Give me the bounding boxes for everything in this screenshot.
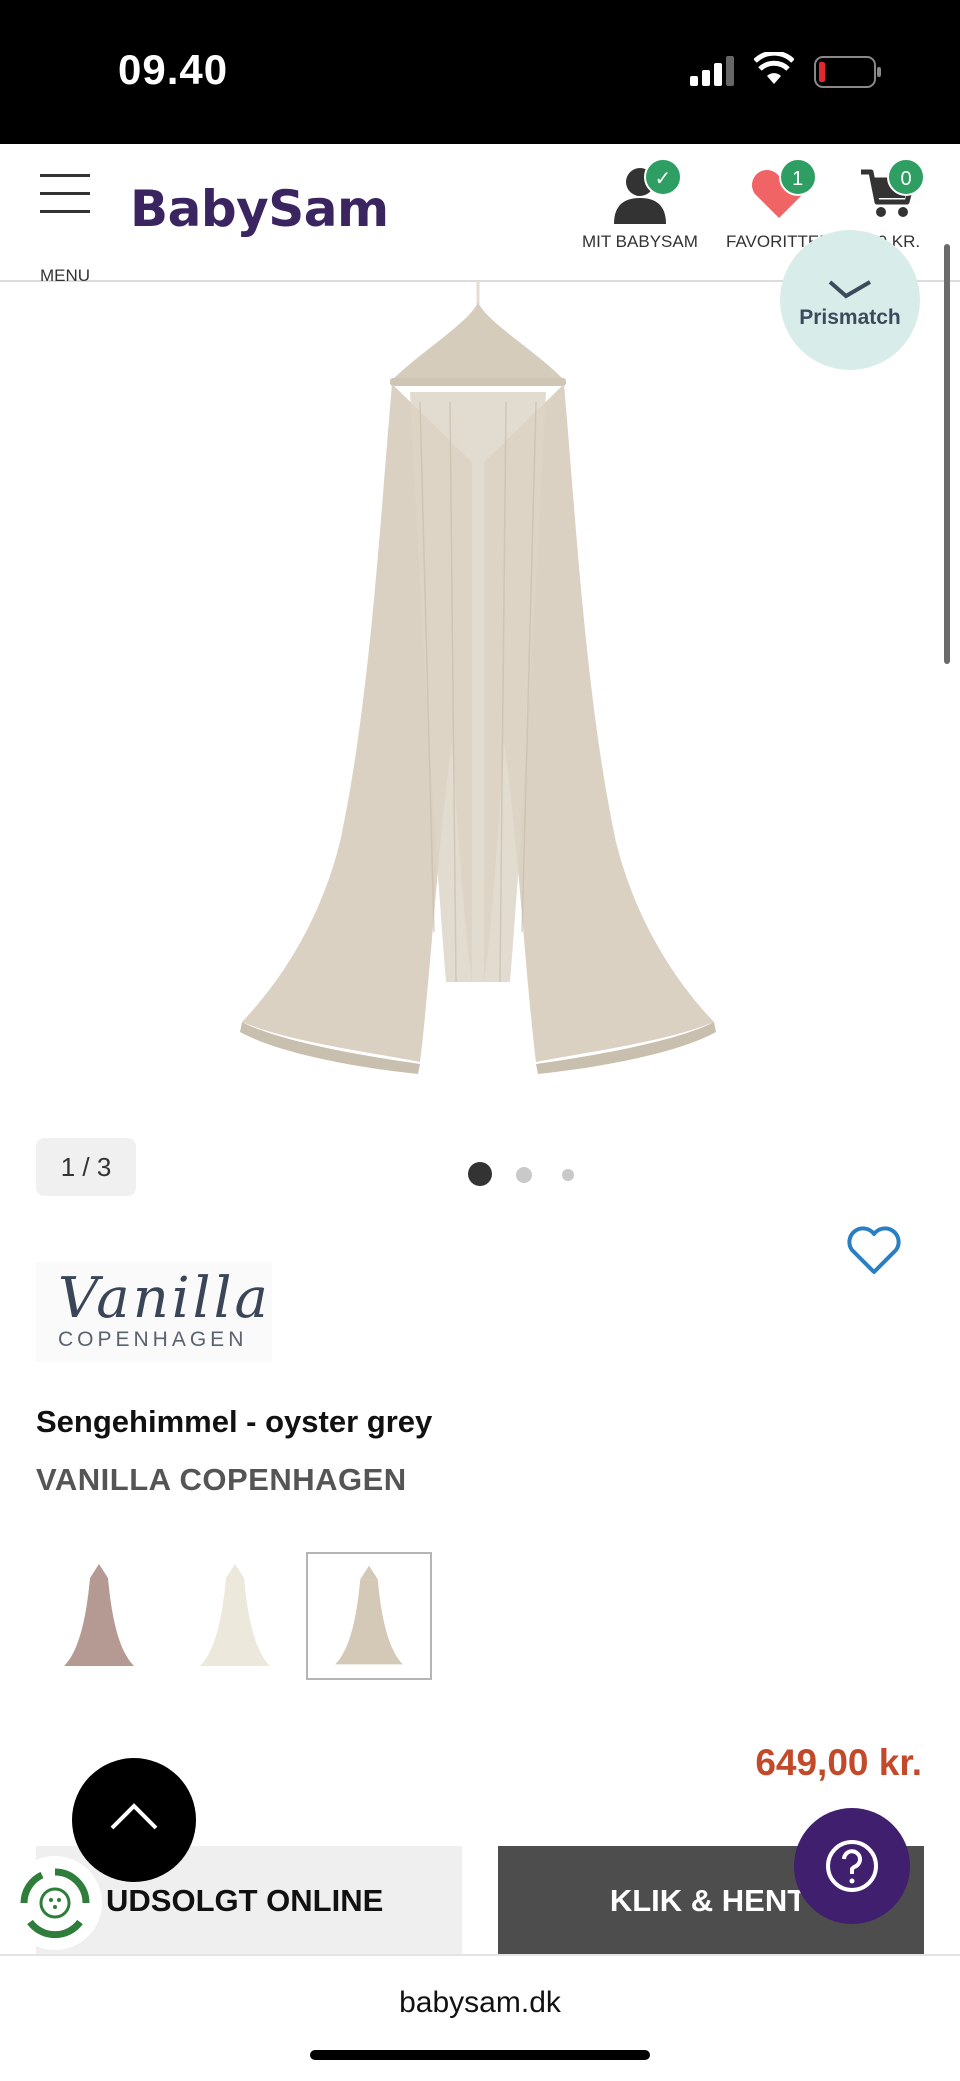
- carousel-dot[interactable]: [562, 1169, 574, 1181]
- variant-swatch-oyster-grey[interactable]: [306, 1552, 432, 1680]
- hamburger-line: [40, 210, 90, 213]
- product-brand[interactable]: VANILLA COPENHAGEN: [36, 1462, 407, 1498]
- wifi-icon: [754, 52, 794, 84]
- hamburger-icon: [40, 174, 90, 177]
- product-title: Sengehimmel - oyster grey: [36, 1404, 433, 1439]
- menu-button[interactable]: MENU: [36, 174, 96, 285]
- image-counter: 1 / 3: [36, 1138, 136, 1196]
- variant-swatch-rose[interactable]: [36, 1552, 162, 1680]
- scrollbar[interactable]: [944, 244, 950, 664]
- checkmark-icon: [828, 280, 872, 299]
- prismatch-badge[interactable]: Prismatch: [780, 230, 920, 370]
- menu-label: MENU: [40, 266, 91, 285]
- help-button[interactable]: [794, 1808, 910, 1924]
- variant-swatch-white[interactable]: [172, 1552, 298, 1680]
- cart-icon: 0: [857, 158, 926, 224]
- url-text: babysam.dk: [399, 1986, 561, 2019]
- heart-icon: 1: [749, 158, 817, 224]
- add-to-favorites-heart-icon[interactable]: [846, 1226, 902, 1276]
- carousel-dot-active[interactable]: [468, 1162, 492, 1186]
- babysam-logo[interactable]: BabySam: [130, 180, 389, 238]
- recycle-icon: [20, 1868, 90, 1939]
- prismatch-label: Prismatch: [799, 306, 901, 329]
- product-image[interactable]: [220, 282, 740, 1082]
- account-button[interactable]: ✓ MIT BABYSAM: [582, 158, 698, 252]
- brand-logo-name: Vanilla: [58, 1266, 271, 1331]
- home-indicator[interactable]: [310, 2050, 650, 2060]
- account-label: MIT BABYSAM: [582, 232, 698, 251]
- hamburger-line: [40, 192, 90, 195]
- cellular-signal-icon: [690, 56, 734, 86]
- product-price: 649,00 kr.: [755, 1742, 922, 1783]
- status-time: 09.40: [118, 46, 229, 93]
- check-badge-icon: ✓: [643, 158, 682, 196]
- brand-logo[interactable]: Vanilla COPENHAGEN: [36, 1262, 272, 1362]
- carousel-dot[interactable]: [516, 1167, 532, 1183]
- battery-icon: [814, 56, 881, 88]
- question-mark-icon: [826, 1840, 878, 1892]
- user-icon: ✓: [610, 158, 682, 224]
- cart-count-badge: 0: [887, 158, 926, 196]
- browser-url-bar[interactable]: babysam.dk: [0, 1954, 960, 2081]
- eco-badge[interactable]: [8, 1856, 102, 1950]
- brand-logo-sub: COPENHAGEN: [58, 1328, 248, 1351]
- favorites-count-badge: 1: [778, 158, 817, 196]
- status-bar: 09.40: [0, 0, 960, 144]
